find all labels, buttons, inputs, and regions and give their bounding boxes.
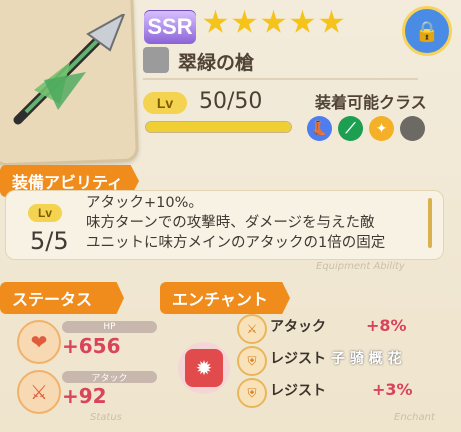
boot-icon: 👢 [307, 116, 332, 141]
name-divider [143, 78, 418, 80]
star-icon [203, 10, 228, 33]
ability-line: 味方ターンでの攻撃時、ダメージを与えた敵 [86, 215, 375, 231]
ability-line: ユニットに味方メインのアタックの1倍の固定 [86, 235, 386, 251]
weapon-name: 翠緑の槍 [178, 52, 255, 74]
enchant-title: エンチャント [160, 282, 290, 314]
hp-value: +656 [62, 334, 121, 358]
rarity-badge: SSR [144, 10, 196, 44]
enchant-badge: ✹ [178, 342, 230, 394]
shield-icon: ⛨ [237, 378, 267, 408]
enchant-resist-value: +3% [372, 380, 413, 399]
ability-level-value: 5/5 [30, 227, 69, 255]
enchant-resist-label: レジスト [270, 383, 326, 399]
star-icon [261, 10, 286, 33]
level-progress-fill [146, 122, 291, 132]
enchant-attack-label: アタック [270, 319, 326, 335]
hp-label: HP [62, 321, 157, 333]
lock-icon: 🔒 [414, 19, 440, 43]
ability-text: アタック+10%。 味方ターンでの攻撃時、ダメージを与えた敵 ユニットに味方メイ… [86, 193, 426, 253]
spear-illustration [13, 14, 126, 125]
status-watermark: Status [90, 412, 122, 423]
class-icons: 👢 ⟋ ✦ [307, 116, 425, 141]
sword-icon: ⚔ [17, 370, 61, 414]
weapon-type-icon [143, 47, 169, 73]
equipable-class-title: 装着可能クラス [315, 93, 427, 112]
enchant-resist-label: レジスト [270, 351, 326, 367]
rarity-stars [203, 10, 344, 35]
level-value: 50/50 [199, 89, 263, 114]
wing-icon: ✦ [369, 116, 394, 141]
attack-value: +92 [62, 384, 107, 408]
attack-label: アタック [62, 371, 157, 384]
star-icon [319, 10, 344, 33]
ability-scrollbar[interactable] [428, 198, 432, 248]
enchant-watermark: Enchant [394, 412, 435, 423]
star-icon [290, 10, 315, 33]
ability-watermark: Equipment Ability [316, 261, 405, 272]
sword-icon: ⚔ [237, 314, 267, 344]
level-progress [145, 121, 292, 133]
enchant-attack-value: +8% [366, 316, 407, 335]
enchant-overlay-text: 子 骑 概 花 [331, 351, 402, 367]
star-icon [232, 10, 257, 33]
lock-button[interactable]: 🔒 [402, 6, 452, 56]
heart-icon: ❤ [17, 320, 61, 364]
shield-icon: ⛨ [237, 346, 267, 376]
level-label: Lv [143, 92, 187, 114]
gray-icon [400, 116, 425, 141]
spear-icon: ⟋ [338, 116, 363, 141]
ability-level-label: Lv [28, 204, 62, 222]
enchant-emblem-icon: ✹ [185, 349, 223, 387]
ability-line: アタック+10%。 [86, 195, 203, 211]
